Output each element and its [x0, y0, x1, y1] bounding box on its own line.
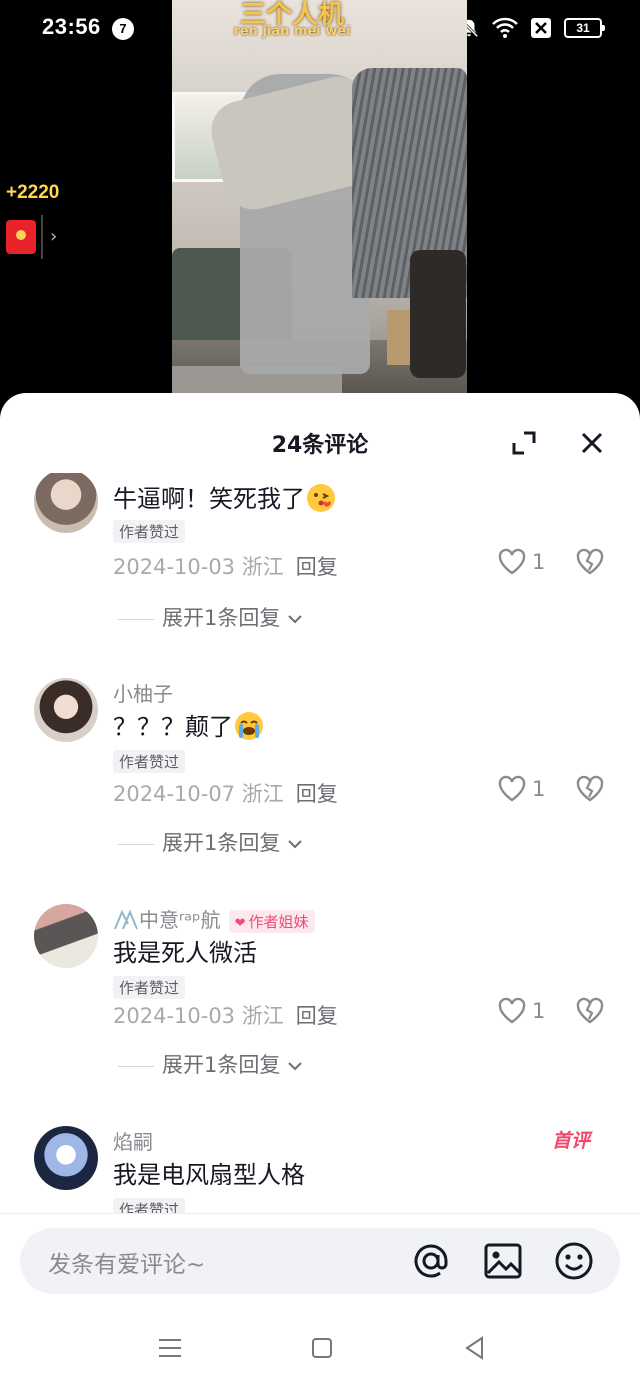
- comment-text: 我是死人微活: [113, 939, 257, 967]
- comment-nickname[interactable]: 中意ʳᵃᵖ航 ❤ 作者姐妹: [113, 904, 315, 933]
- reply-button[interactable]: 回复: [296, 555, 338, 579]
- comments-list[interactable]: 牛逼啊！笑死我了 作者赞过 2024-10-03 浙江 回复 1 展开1条回复 小…: [0, 473, 640, 1213]
- expand-icon[interactable]: [510, 429, 538, 457]
- comments-count-title: 24条评论: [271, 433, 369, 458]
- wifi-icon: [492, 17, 518, 38]
- chevron-right-icon[interactable]: ›: [50, 226, 57, 247]
- reply-button[interactable]: 回复: [296, 782, 338, 806]
- image-picker-icon[interactable]: [482, 1240, 524, 1282]
- sim-closed-icon: [531, 18, 551, 38]
- heart-like-icon[interactable]: [497, 774, 527, 804]
- video-overlay-subtitle: ren jian mei wei: [233, 24, 351, 39]
- emoji-smile-icon[interactable]: [553, 1240, 595, 1282]
- reply-button[interactable]: 回复: [296, 1004, 338, 1028]
- author-liked-badge: 作者赞过: [113, 1198, 186, 1213]
- like-count: 1: [532, 999, 546, 1023]
- chevron-down-icon: [288, 1062, 302, 1071]
- close-icon[interactable]: [578, 429, 606, 457]
- chevron-down-icon: [288, 615, 302, 624]
- red-packet-icon[interactable]: [6, 220, 36, 254]
- system-nav-bar: [0, 1313, 640, 1387]
- comment-text: 我是电风扇型人格: [113, 1161, 305, 1189]
- loudly-crying-emoji-icon: [235, 712, 263, 740]
- broken-heart-dislike-icon[interactable]: [575, 547, 605, 577]
- avatar[interactable]: [34, 678, 98, 742]
- comments-sheet: 24条评论 牛逼啊！笑死我了 作者赞过 2024-10-03 浙江 回复 1 展开…: [0, 393, 640, 1387]
- heart-like-icon[interactable]: [497, 996, 527, 1026]
- comment-nickname[interactable]: 小柚子: [113, 678, 173, 707]
- badge-logo-icon: [114, 909, 138, 930]
- at-mention-icon[interactable]: [410, 1240, 452, 1282]
- broken-heart-dislike-icon[interactable]: [575, 996, 605, 1026]
- comment-input-bar: 发条有爱评论~: [0, 1213, 640, 1314]
- heart-tag-icon: ❤: [234, 916, 246, 931]
- video-player[interactable]: 三个人机 ren jian mei wei: [172, 0, 467, 394]
- comment-text: ？？？颠了: [113, 707, 263, 742]
- first-comment-badge: 首评: [552, 1130, 591, 1152]
- notification-count-badge: 7: [112, 18, 134, 40]
- avatar[interactable]: [34, 1126, 98, 1190]
- author-liked-badge: 作者赞过: [113, 976, 186, 999]
- broken-heart-dislike-icon[interactable]: [575, 774, 605, 804]
- author-sister-tag: ❤ 作者姐妹: [228, 910, 315, 933]
- like-count: 1: [532, 550, 546, 574]
- heart-like-icon[interactable]: [497, 547, 527, 577]
- reward-amount: +2220: [6, 182, 60, 203]
- comment-meta: 2024-10-03 浙江 回复: [113, 555, 338, 579]
- like-count: 1: [532, 777, 546, 801]
- back-icon[interactable]: [460, 1333, 490, 1363]
- avatar[interactable]: [34, 904, 98, 968]
- status-icons: 31: [458, 14, 605, 42]
- kissing-heart-emoji-icon: [307, 484, 335, 512]
- expand-replies-button[interactable]: 展开1条回复: [118, 827, 303, 857]
- chevron-down-icon: [288, 840, 302, 849]
- status-time: 23:56: [42, 14, 101, 39]
- comment-input[interactable]: 发条有爱评论~: [20, 1228, 620, 1294]
- comment-nickname[interactable]: 焰嗣: [113, 1126, 153, 1155]
- menu-recents-icon[interactable]: [155, 1333, 185, 1363]
- expand-replies-button[interactable]: 展开1条回复: [118, 602, 303, 632]
- home-icon[interactable]: [307, 1333, 337, 1363]
- avatar[interactable]: [34, 473, 98, 533]
- expand-replies-button[interactable]: 展开1条回复: [118, 1049, 303, 1079]
- comment-meta: 2024-10-07 浙江 回复: [113, 782, 338, 806]
- video-person-right-legs: [410, 250, 466, 378]
- author-liked-badge: 作者赞过: [113, 750, 186, 773]
- reward-divider: [41, 215, 43, 259]
- comment-meta: 2024-10-03 浙江 回复: [113, 1004, 338, 1028]
- comment-text: 牛逼啊！笑死我了: [113, 479, 335, 514]
- battery-indicator: 31: [564, 18, 605, 38]
- comment-input-placeholder: 发条有爱评论~: [48, 1252, 206, 1278]
- author-liked-badge: 作者赞过: [113, 520, 186, 543]
